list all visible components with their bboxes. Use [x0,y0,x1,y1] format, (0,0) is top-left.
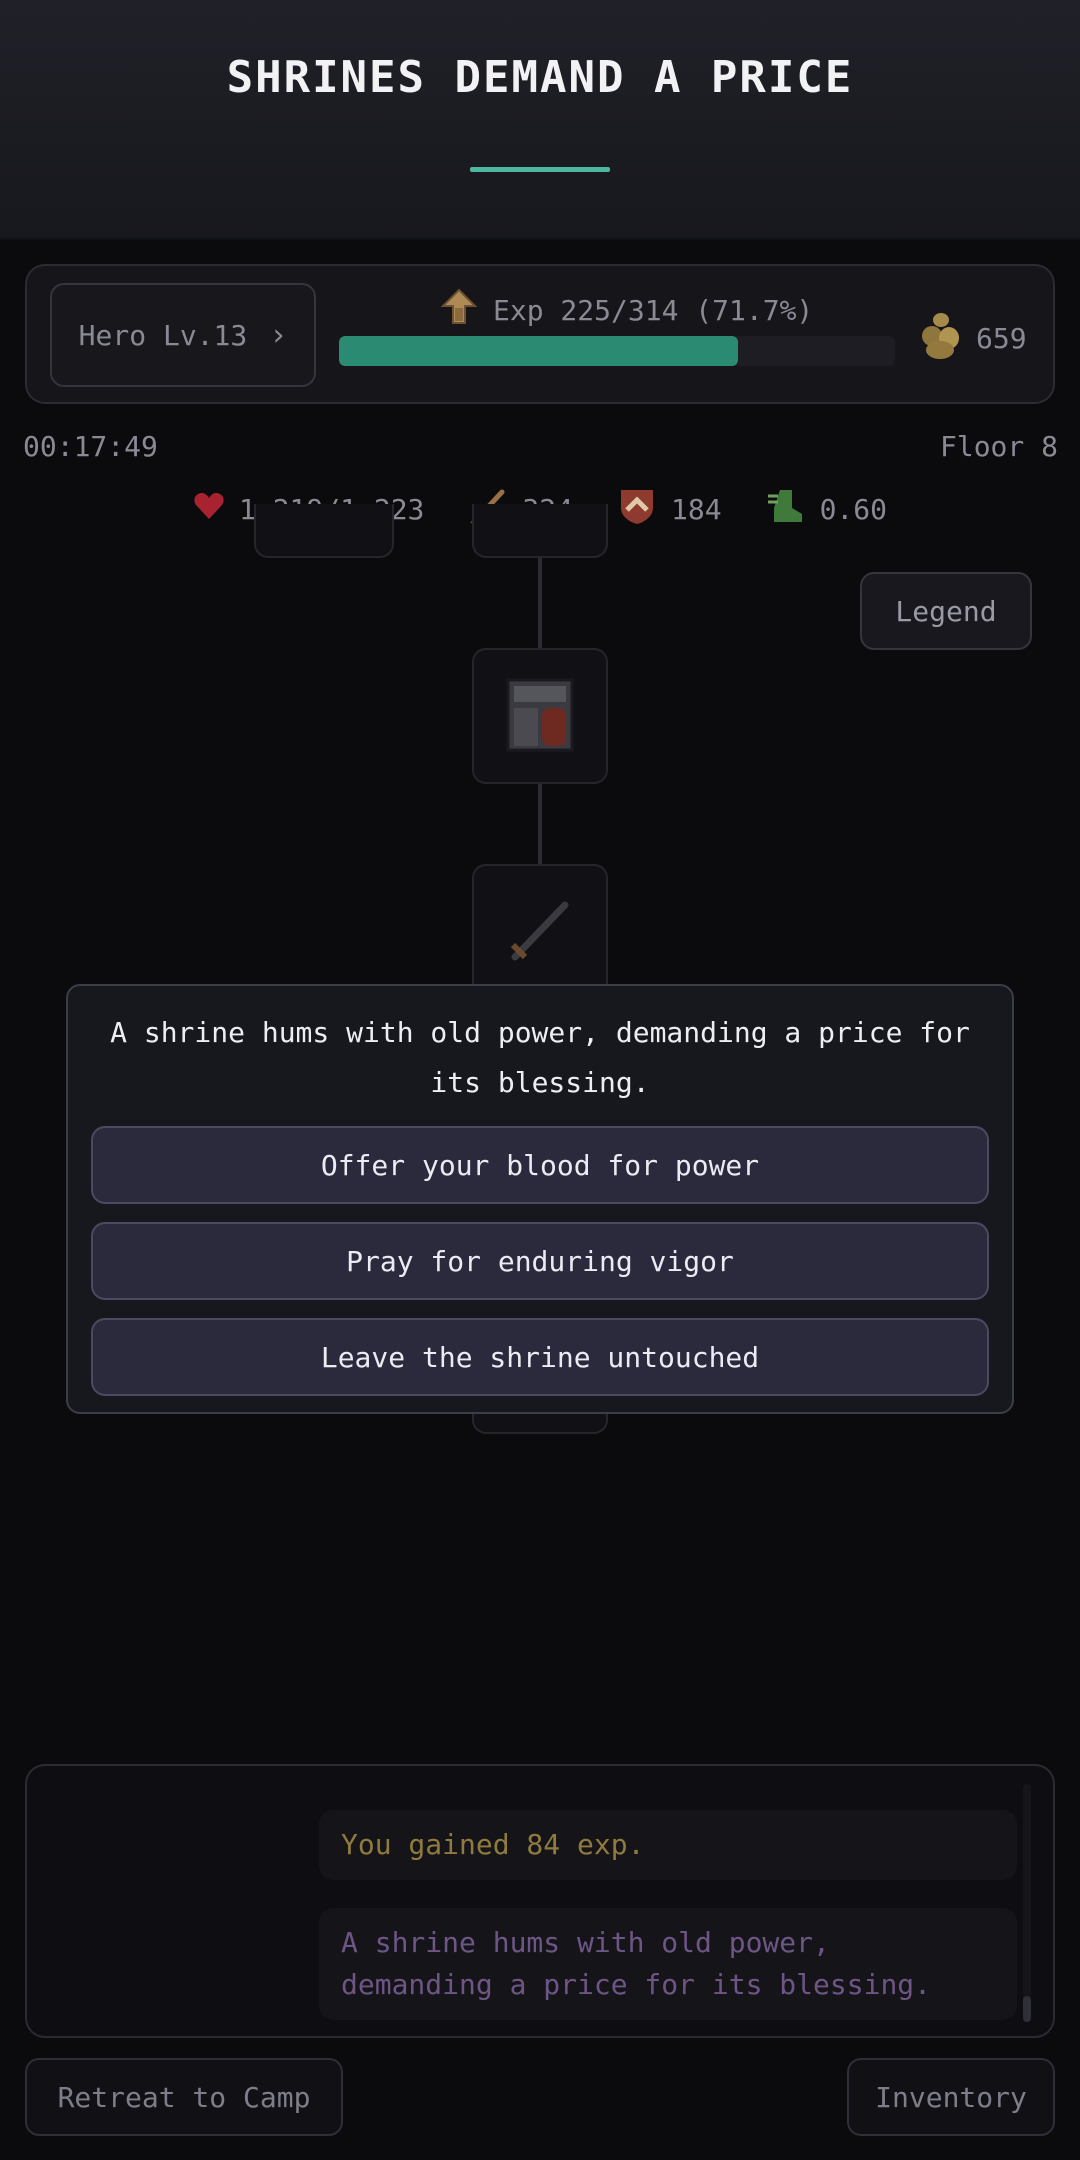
log-message: You gained 84 exp. [319,1810,1017,1880]
hero-button[interactable]: Hero Lv.13 › [50,283,316,387]
choice-offer-blood[interactable]: Offer your blood for power [91,1126,989,1204]
map-node-weapon[interactable] [472,864,608,1000]
level-up-icon [439,287,479,334]
speed-value: 0.60 [819,492,888,526]
status-panel: Hero Lv.13 › Exp 225/314 (71.7%) 659 [25,264,1055,404]
run-timer: 00:17:49 [23,430,158,463]
chevron-right-icon: › [269,317,288,353]
page-title: SHRINES DEMAND A PRICE [226,52,854,103]
choice-leave-shrine[interactable]: Leave the shrine untouched [91,1318,989,1396]
defense-value: 184 [671,492,722,526]
header: SHRINES DEMAND A PRICE [0,0,1080,240]
floor-indicator: Floor 8 [939,430,1058,463]
log-message: A shrine hums with old power, demanding … [319,1908,1017,2020]
map-node-partial[interactable] [472,504,608,558]
title-underline [470,167,610,172]
event-description: A shrine hums with old power, demanding … [110,1016,970,1099]
chest-icon [502,674,578,758]
boot-icon [766,486,806,533]
log-scroll-thumb[interactable] [1023,1996,1031,2022]
gold-counter: 659 [920,310,1027,367]
heart-icon [193,491,225,528]
exp-text: Exp 225/314 (71.7%) [493,293,814,327]
hero-label: Hero Lv.13 [78,318,248,352]
inventory-button[interactable]: Inventory [847,2058,1055,2136]
exp-progress-bar [339,336,895,366]
message-log[interactable]: You gained 84 exp. A shrine hums with ol… [25,1764,1055,2038]
event-dialog: A shrine hums with old power, demanding … [66,984,1014,1414]
gold-amount: 659 [976,322,1027,355]
game-screen: SHRINES DEMAND A PRICE Hero Lv.13 › Exp … [0,0,1080,2160]
coin-bag-icon [920,310,962,367]
choice-pray-vigor[interactable]: Pray for enduring vigor [91,1222,989,1300]
log-scrollbar[interactable] [1023,1784,1031,2022]
shield-icon [617,486,657,533]
exp-row: Exp 225/314 (71.7%) [439,288,813,332]
map-node-partial[interactable] [254,504,394,558]
stat-defense: 184 [617,486,722,533]
legend-button[interactable]: Legend [860,572,1032,650]
stat-speed: 0.60 [766,486,887,533]
sword-icon [505,895,575,969]
retreat-button[interactable]: Retreat to Camp [25,2058,343,2136]
map-node-chest[interactable] [472,648,608,784]
exp-progress-fill [339,336,738,366]
